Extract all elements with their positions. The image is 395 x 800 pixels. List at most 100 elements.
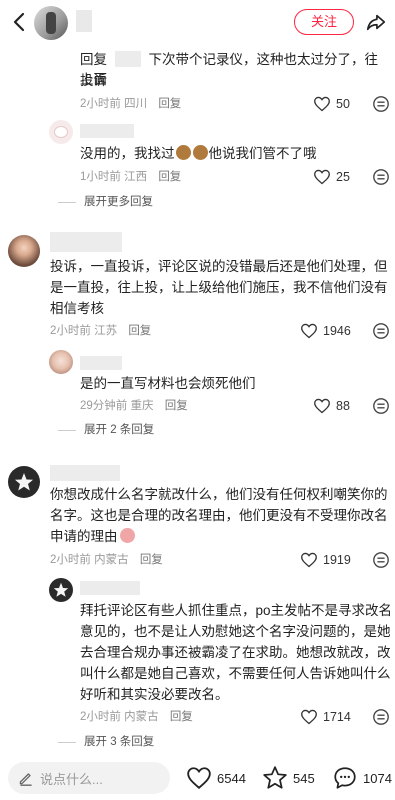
heart-icon [314, 169, 330, 185]
comment-text-line: 叫什么都是她自己喜欢，不需要任何人告诉她叫什么 [80, 666, 391, 681]
comment-location: 四川 [124, 98, 148, 110]
reply-button[interactable]: 回复 [140, 554, 163, 566]
top-bar: 关注 [0, 0, 395, 44]
like-button[interactable]: 1946 [300, 322, 351, 340]
expand-label: 展开更多回复 [84, 196, 153, 208]
comment-text: 回复 下次带个记录仪，这种也太过分了，往上面 [80, 50, 380, 90]
post-like-count: 6544 [217, 770, 246, 786]
star-icon [263, 766, 287, 789]
comment-text-line: 名字。这也是合理的改名理由，他们更没有不受理你改名 [50, 508, 388, 523]
comment-location: 内蒙古 [94, 554, 129, 566]
like-button[interactable]: 1714 [300, 708, 351, 726]
reply-button[interactable]: 回复 [165, 400, 188, 412]
comment-text: 没用的，我找过 他说我们管不了哦 [80, 144, 380, 164]
heart-icon [301, 323, 317, 339]
comment-time: 1小时前 [80, 171, 121, 183]
commenter-avatar[interactable] [8, 235, 40, 267]
back-arrow-icon[interactable] [8, 10, 32, 34]
more-options-icon[interactable] [372, 397, 390, 415]
more-options-icon[interactable] [372, 551, 390, 569]
comment-meta: 1小时前 江西 回复 [80, 170, 181, 184]
comment-text-line: 相信考核 [50, 301, 104, 316]
heart-icon [301, 709, 317, 725]
comment-text-line: 投诉，一直投诉，评论区说的没错最后还是他们处理，但 [50, 259, 388, 274]
commenter-name-blurred [80, 356, 122, 370]
comment-text-line: 好听和其实没必要改名。 [80, 687, 229, 702]
comment-text-part: 没用的，我找过 [80, 146, 175, 161]
reply-button[interactable]: 回复 [170, 711, 193, 723]
commenter-avatar[interactable] [49, 120, 73, 144]
comment-text-part: 他说我们管不了哦 [208, 146, 317, 161]
comment-time: 2小时前 [50, 554, 91, 566]
reply-prefix: 回复 [80, 52, 107, 67]
like-count: 1919 [323, 553, 351, 567]
heart-icon [314, 96, 330, 112]
expand-replies-link[interactable]: 展开 3 条回复 [58, 735, 154, 749]
reply-button[interactable]: 回复 [158, 171, 181, 183]
heart-icon [301, 552, 317, 568]
post-like-button[interactable]: 6544 [186, 765, 246, 791]
share-icon[interactable] [365, 11, 387, 33]
follow-button[interactable]: 关注 [294, 9, 354, 35]
comment-text: 是的一直写材料也会烦死他们 [80, 376, 256, 391]
expand-replies-link[interactable]: 展开 2 条回复 [58, 423, 154, 437]
dog-emoji-icon [175, 145, 191, 160]
comment-meta: 2小时前 内蒙古 回复 [50, 553, 163, 567]
commenter-avatar[interactable] [49, 578, 73, 602]
commenter-avatar[interactable] [8, 466, 40, 498]
reply-button[interactable]: 回复 [158, 98, 181, 110]
author-name-blurred [76, 10, 92, 32]
commenter-name-blurred [50, 232, 122, 252]
commenter-name-blurred [80, 581, 140, 595]
expand-label: 展开 2 条回复 [84, 424, 155, 436]
like-count: 88 [336, 399, 350, 413]
comment-text-line: 是一直投，往上投，让上级给他们施压，我不信他们没有 [50, 280, 388, 295]
like-count: 50 [336, 97, 350, 111]
comment-text-line: 拜托评论区有些人抓住重点，po主发帖不是寻求改名 [80, 603, 393, 618]
collect-count: 545 [293, 770, 315, 786]
bottom-bar: 说点什么... 6544 545 1074 [0, 758, 395, 800]
more-options-icon[interactable] [372, 168, 390, 186]
reply-button[interactable]: 回复 [128, 325, 151, 337]
comment-text-line: 去合理合规办事还被霸凌了在求助。她想改就改，改 [80, 645, 391, 660]
pencil-icon [19, 773, 32, 786]
collect-button[interactable]: 545 [262, 765, 315, 791]
commenter-name-blurred [80, 124, 134, 138]
comment-meta: 2小时前 内蒙古 回复 [80, 710, 193, 724]
like-button[interactable]: 25 [313, 168, 350, 186]
star-avatar-icon [15, 473, 33, 491]
comment-time: 2小时前 [80, 711, 121, 723]
comment-input-placeholder: 说点什么... [40, 771, 103, 787]
dog-emoji-icon [192, 145, 208, 160]
comment-time: 2小时前 [50, 325, 91, 337]
comment-location: 江西 [124, 171, 148, 183]
heart-icon [187, 767, 211, 789]
like-count: 25 [336, 170, 350, 184]
like-count: 1946 [323, 324, 351, 338]
star-avatar-icon [53, 582, 69, 597]
comment-text-part: 申请的理由 [50, 529, 118, 544]
comments-button[interactable]: 1074 [332, 765, 392, 791]
comment-count: 1074 [363, 770, 392, 786]
comment-text-line: 申请的理由 [50, 527, 135, 547]
comment-text-line2: 投诉 [80, 73, 107, 88]
like-button[interactable]: 88 [313, 397, 350, 415]
more-options-icon[interactable] [372, 322, 390, 340]
commenter-avatar[interactable] [49, 350, 73, 374]
comment-bubble-icon [334, 767, 356, 789]
expand-replies-link[interactable]: 展开更多回复 [58, 195, 153, 209]
more-options-icon[interactable] [372, 708, 390, 726]
like-button[interactable]: 1919 [300, 551, 351, 569]
heart-icon [314, 398, 330, 414]
comment-time: 29分钟前 [80, 400, 128, 412]
comment-input[interactable]: 说点什么... [8, 762, 170, 794]
author-avatar[interactable] [34, 6, 68, 40]
comment-text-line: 意见的，也不是让人劝慰她这个名字没问题的，是她 [80, 624, 391, 639]
comment-text-line: 你想改成什么名字就改什么，他们没有任何权利嘲笑你的 [50, 487, 388, 502]
more-options-icon[interactable] [372, 95, 390, 113]
like-button[interactable]: 50 [313, 95, 350, 113]
commenter-name-blurred [50, 465, 120, 481]
sad-face-emoji-icon [119, 528, 135, 543]
like-count: 1714 [323, 710, 351, 724]
comment-location: 内蒙古 [124, 711, 159, 723]
